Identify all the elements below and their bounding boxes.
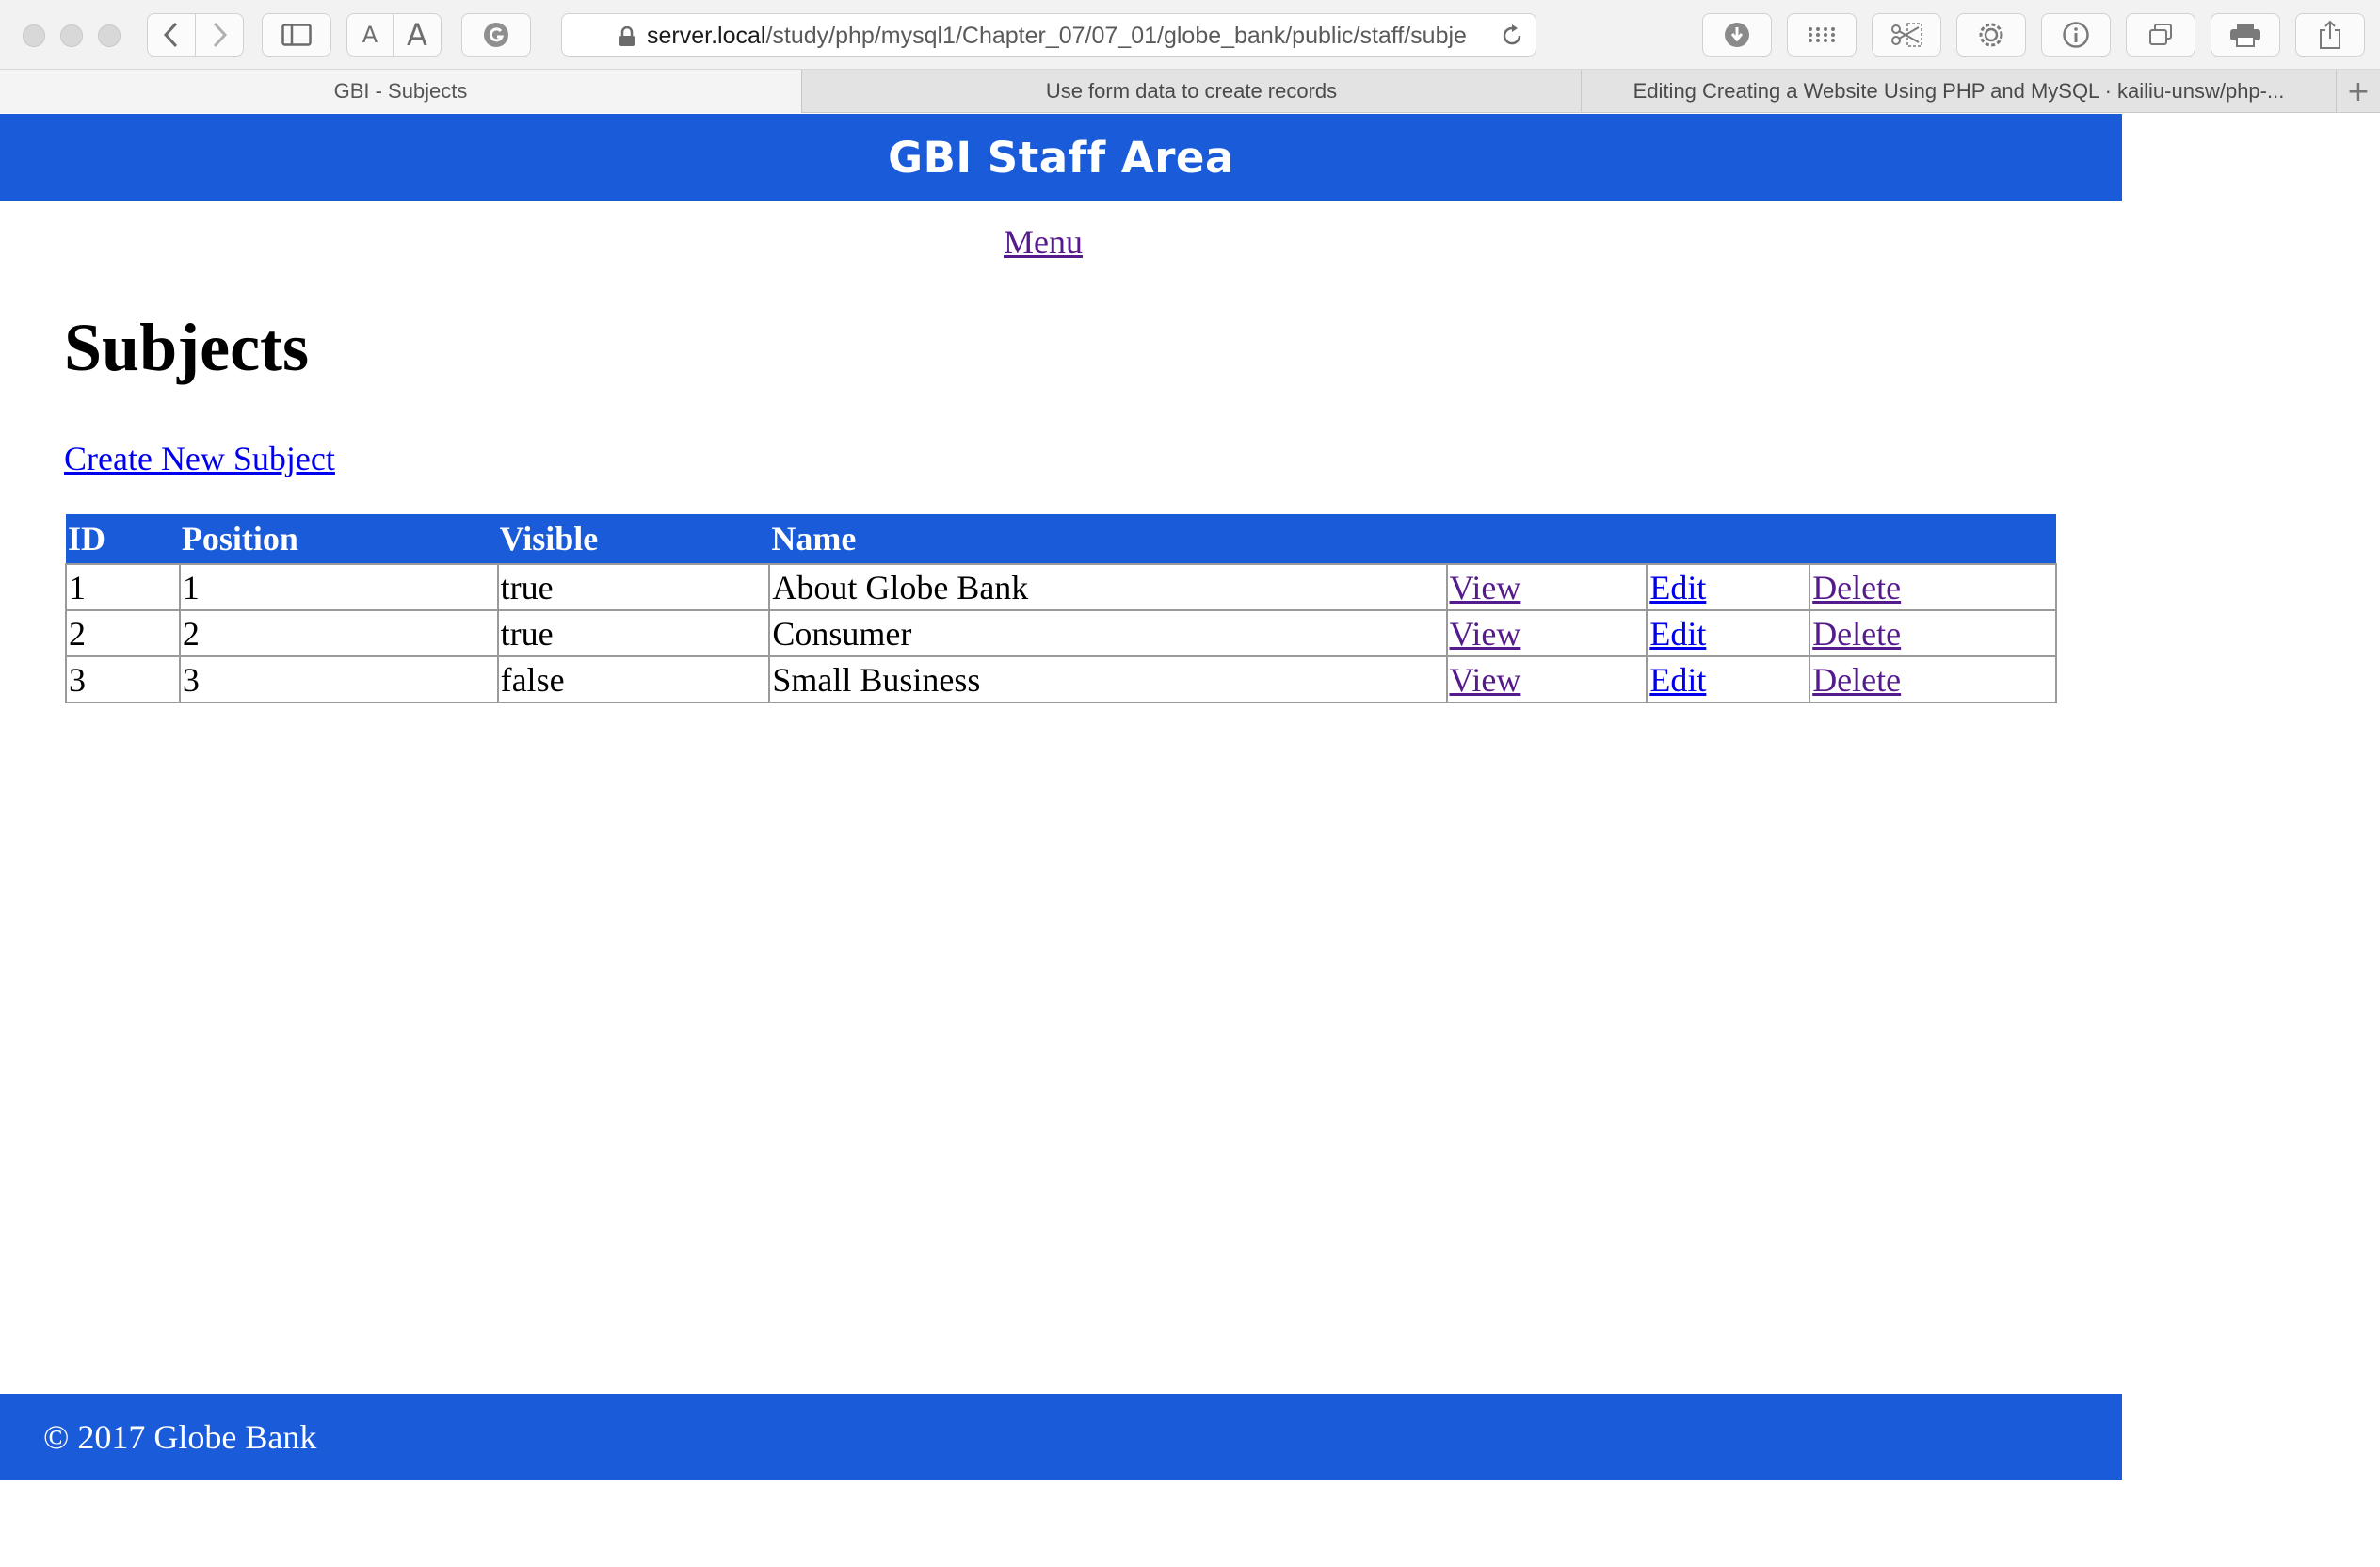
chevron-right-icon [213,22,228,48]
cell-id: 3 [65,655,181,703]
cell-delete: Delete [1809,655,2057,703]
cell-view: View [1445,563,1648,611]
browser-toolbar: A A server.local/study/php/mysql1/Chapte… [0,0,2380,70]
delete-link[interactable]: Delete [1812,569,1901,606]
increase-font-button[interactable]: A [393,13,442,57]
view-link[interactable]: View [1450,661,1521,699]
tab-bar: GBI - Subjects Use form data to create r… [0,70,2380,113]
cell-name: Consumer [768,609,1448,657]
cell-edit: Edit [1646,655,1811,703]
cell-name: About Globe Bank [768,563,1448,611]
cell-id: 2 [65,609,181,657]
menu-link[interactable]: Menu [1004,222,1083,262]
grammarly-button[interactable] [461,13,531,57]
site-title: GBI Staff Area [888,132,1234,183]
top-sites-button[interactable] [1787,13,1857,57]
printer-icon [2230,24,2260,47]
create-new-subject-link[interactable]: Create New Subject [64,439,335,478]
cell-visible: false [496,655,771,703]
column-header-edit [1647,514,1810,564]
back-button[interactable] [147,13,196,57]
address-bar[interactable]: server.local/study/php/mysql1/Chapter_07… [561,13,1536,57]
gear-icon [1979,23,2003,47]
column-header-view [1446,514,1648,564]
cell-edit: Edit [1646,563,1811,611]
table-row: 1 1 true About Globe Bank View Edit Dele… [65,563,2057,611]
column-header-visible: Visible [497,514,770,564]
table-row: 2 2 true Consumer View Edit Delete [65,609,2057,657]
site-header: GBI Staff Area [0,114,2122,201]
decrease-font-button[interactable]: A [346,13,394,57]
view-link[interactable]: View [1450,615,1521,653]
share-button[interactable] [2295,13,2365,57]
zoom-window-button[interactable] [98,24,121,47]
minimize-window-button[interactable] [60,24,83,47]
url-text: server.local/study/php/mysql1/Chapter_07… [647,23,1467,49]
column-header-delete [1809,514,2056,564]
scissors-icon [1891,23,1922,47]
cell-edit: Edit [1646,609,1811,657]
sidebar-icon [281,24,312,46]
cell-position: 1 [178,563,499,611]
tabs-overview-button[interactable] [2126,13,2195,57]
cell-position: 3 [178,655,499,703]
cell-view: View [1445,609,1648,657]
print-button[interactable] [2211,13,2280,57]
tab-editing-website[interactable]: Editing Creating a Website Using PHP and… [1582,70,2337,113]
cell-visible: true [496,563,771,611]
info-icon [2063,22,2089,48]
subjects-table: ID Position Visible Name 1 1 true About … [65,514,2057,703]
copyright-text: © 2017 Globe Bank [43,1418,317,1456]
tabs-icon [2149,24,2172,45]
cell-visible: true [496,609,771,657]
info-button[interactable] [2041,13,2111,57]
edit-link[interactable]: Edit [1649,615,1706,653]
lock-icon [619,26,635,46]
table-header-row: ID Position Visible Name [66,514,2056,564]
column-header-position: Position [179,514,498,564]
cell-delete: Delete [1809,609,2057,657]
edit-link[interactable]: Edit [1649,661,1706,699]
delete-link[interactable]: Delete [1812,661,1901,699]
close-window-button[interactable] [23,24,45,47]
site-footer: © 2017 Globe Bank [0,1394,2122,1480]
download-icon [1725,23,1749,47]
grid-icon [1809,27,1835,42]
column-header-id: ID [66,514,180,564]
downloads-button[interactable] [1702,13,1772,57]
cell-name: Small Business [768,655,1448,703]
cell-id: 1 [65,563,181,611]
new-tab-button[interactable]: + [2337,70,2380,113]
tab-use-form-data[interactable]: Use form data to create records [802,70,1582,113]
share-icon [2320,20,2340,49]
table-row: 3 3 false Small Business View Edit Delet… [65,655,2057,703]
page-title: Subjects [64,310,310,385]
tab-gbi-subjects[interactable]: GBI - Subjects [0,70,802,113]
grammarly-icon [484,23,508,47]
reload-icon[interactable] [1500,24,1524,48]
chevron-left-icon [163,22,178,48]
extension-settings-button[interactable] [1956,13,2026,57]
sidebar-button[interactable] [262,13,331,57]
column-header-name: Name [769,514,1447,564]
cell-delete: Delete [1809,563,2057,611]
view-link[interactable]: View [1450,569,1521,606]
cell-position: 2 [178,609,499,657]
clip-button[interactable] [1872,13,1941,57]
cell-view: View [1445,655,1648,703]
delete-link[interactable]: Delete [1812,615,1901,653]
edit-link[interactable]: Edit [1649,569,1706,606]
forward-button[interactable] [195,13,244,57]
